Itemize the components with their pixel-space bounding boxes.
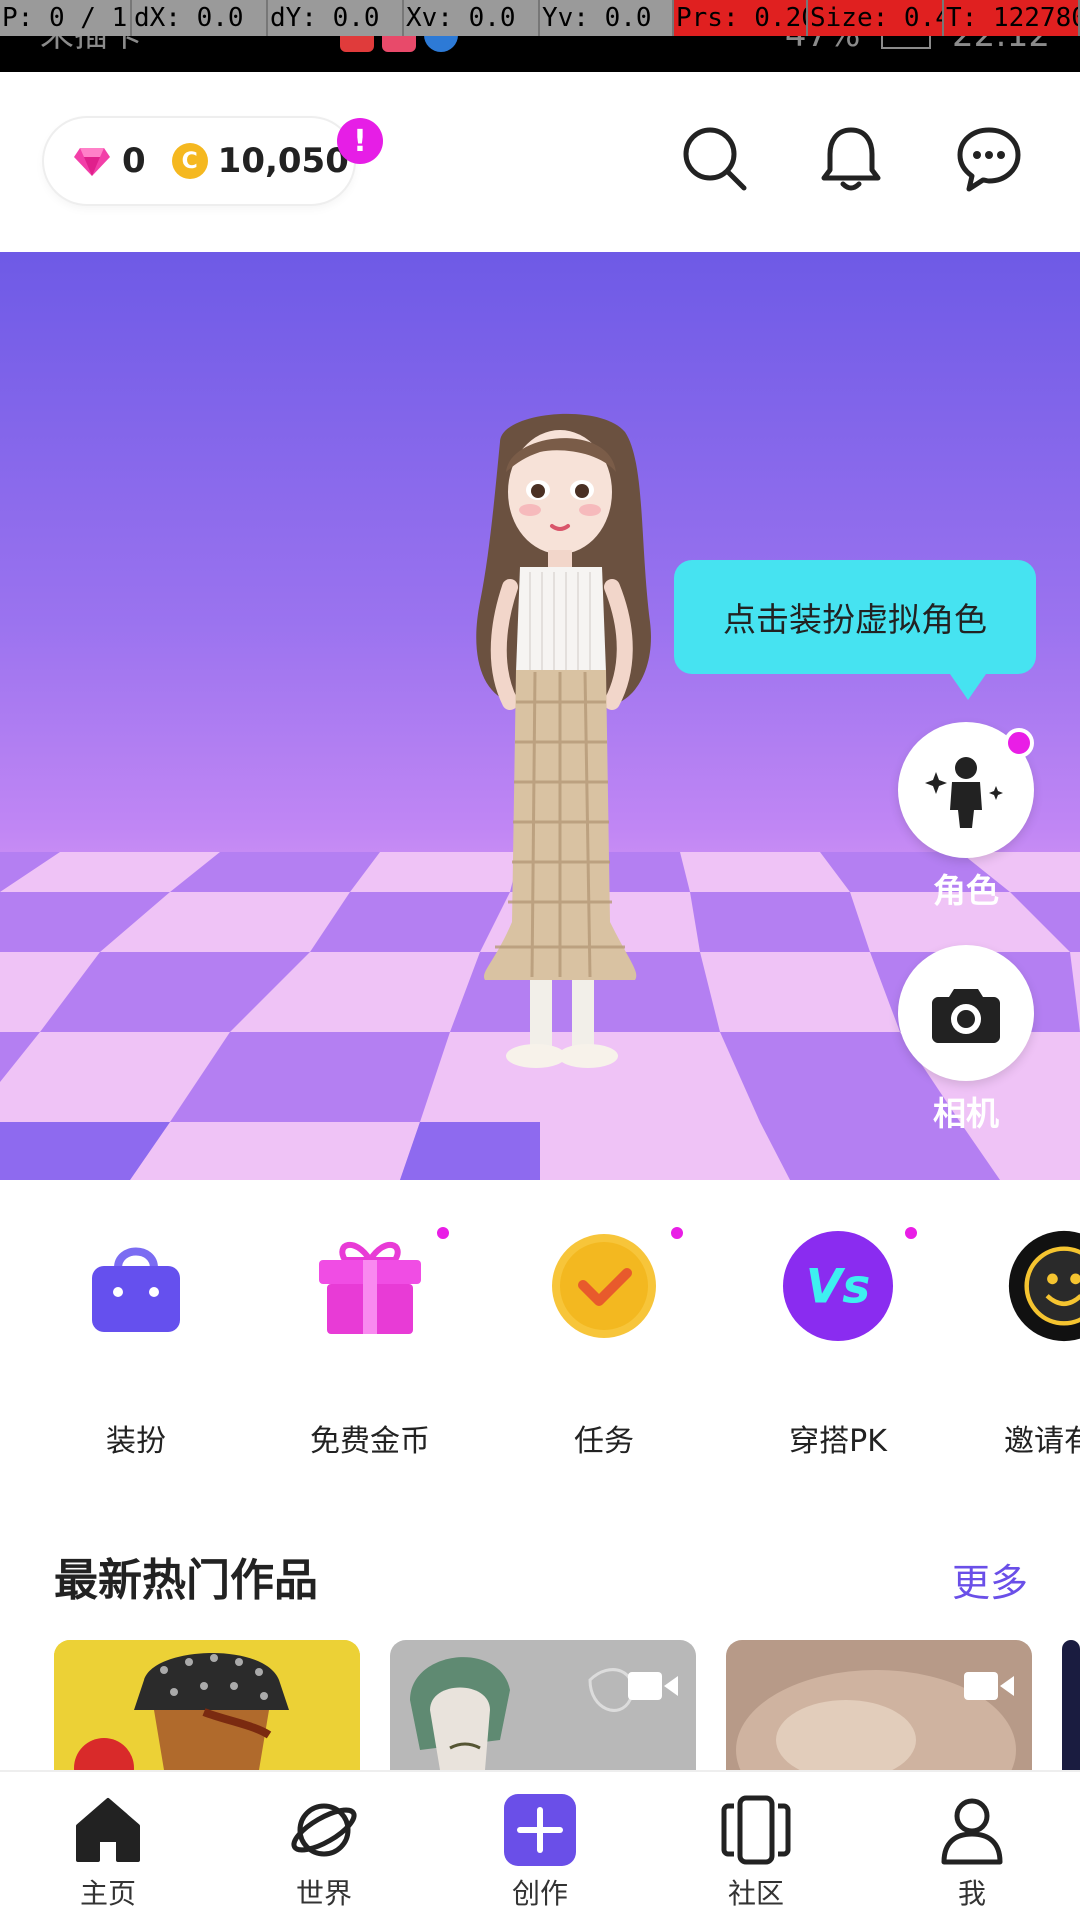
gem-count: 0 xyxy=(122,141,146,181)
overlay-yv: Yv: 0.0 xyxy=(540,0,674,36)
svg-text:Vs: Vs xyxy=(806,1260,871,1315)
camera-button[interactable] xyxy=(898,945,1034,1081)
plus-icon xyxy=(504,1794,576,1866)
more-link[interactable]: 更多 xyxy=(952,1552,1028,1607)
nav-home[interactable]: 主页 xyxy=(0,1772,216,1920)
wallet-balance[interactable]: 0 C 10,050 xyxy=(44,118,354,204)
nav-label: 社区 xyxy=(727,1877,784,1910)
pointer-debug-overlay: P: 0 / 1 dX: 0.0 dY: 0.0 Xv: 0.0 Yv: 0.0… xyxy=(0,0,1080,36)
nav-profile[interactable]: 我 xyxy=(864,1772,1080,1920)
work-thumbnail[interactable] xyxy=(1062,1640,1080,1770)
vs-icon: Vs xyxy=(782,1230,894,1342)
coin-count: 10,050 xyxy=(217,141,349,181)
bottom-navigation: 主页 世界 创作 社区 我 xyxy=(0,1770,1080,1920)
shopping-bag-icon xyxy=(80,1230,192,1342)
tasks-notification-dot xyxy=(668,1224,686,1242)
nav-world[interactable]: 世界 xyxy=(216,1772,432,1920)
avatar-stage[interactable]: 点击装扮虚拟角色 角色 相机 xyxy=(0,252,1080,1180)
thumbnail-image xyxy=(726,1640,1032,1770)
nav-label: 世界 xyxy=(295,1877,352,1910)
status-bar: 未插卡 47% 22:12 P: 0 / 1 dX: 0.0 dY: 0.0 X… xyxy=(0,0,1080,72)
thumbnail-image xyxy=(54,1640,360,1770)
gift-icon xyxy=(314,1230,426,1342)
overlay-pressure: Prs: 0.20 xyxy=(674,0,808,36)
video-icon xyxy=(964,1672,1014,1700)
gem-icon xyxy=(74,148,110,176)
nav-label: 创作 xyxy=(511,1877,568,1910)
quick-item-label: 穿搭PK xyxy=(789,1424,887,1459)
work-thumbnail[interactable] xyxy=(726,1640,1032,1770)
quick-item-tasks[interactable]: 任务 xyxy=(504,1220,704,1459)
quick-item-dress-up[interactable]: 装扮 xyxy=(36,1220,236,1459)
smiley-icon xyxy=(1008,1230,1080,1342)
outfit-pk-notification-dot xyxy=(902,1224,920,1242)
quick-item-invite[interactable]: 邀请有 xyxy=(972,1220,1080,1459)
camera-icon xyxy=(932,989,1000,1043)
home-icon xyxy=(76,1798,140,1862)
camera-label: 相机 xyxy=(933,1094,999,1133)
quick-item-label: 装扮 xyxy=(106,1424,166,1459)
profile-icon xyxy=(941,1798,1003,1865)
nav-label: 主页 xyxy=(79,1877,136,1910)
nav-community[interactable]: 社区 xyxy=(648,1772,864,1920)
work-thumbnail[interactable] xyxy=(54,1640,360,1770)
quick-item-label: 任务 xyxy=(574,1424,634,1459)
avatar-character[interactable] xyxy=(440,402,690,1102)
dress-up-tooltip[interactable]: 点击装扮虚拟角色 xyxy=(674,560,1036,700)
top-header: 0 C 10,050 ! xyxy=(0,72,1080,252)
quick-item-free-coins[interactable]: 免费金币 xyxy=(270,1220,470,1459)
planet-icon xyxy=(291,1803,357,1857)
chat-icon[interactable] xyxy=(954,124,1024,194)
overlay-dx: dX: 0.0 xyxy=(132,0,268,36)
character-sparkle-icon xyxy=(925,757,1003,828)
character-notification-dot xyxy=(1004,728,1034,758)
overlay-xv: Xv: 0.0 xyxy=(404,0,540,36)
search-icon[interactable] xyxy=(680,124,750,194)
video-icon xyxy=(628,1672,678,1700)
thumbnail-image xyxy=(390,1640,696,1770)
coin-icon: C xyxy=(171,143,208,179)
quick-menu: 装扮 免费金币 任务 Vs 穿搭PK 邀请有 xyxy=(0,1180,1080,1470)
overlay-dy: dY: 0.0 xyxy=(268,0,404,36)
free-coins-notification-dot xyxy=(434,1224,452,1242)
quick-item-outfit-pk[interactable]: Vs 穿搭PK xyxy=(738,1220,938,1459)
wallet-alert-badge[interactable]: ! xyxy=(337,118,383,164)
cards-icon xyxy=(721,1795,791,1865)
check-badge-icon xyxy=(548,1230,660,1342)
nav-label: 我 xyxy=(957,1877,986,1910)
section-title: 最新热门作品 xyxy=(54,1555,318,1606)
overlay-size: Size: 0.40 xyxy=(808,0,944,36)
bell-icon[interactable] xyxy=(816,124,886,194)
overlay-pointer: P: 0 / 1 xyxy=(0,0,132,36)
quick-item-label: 邀请有 xyxy=(1004,1424,1080,1459)
character-label: 角色 xyxy=(933,871,999,910)
nav-create[interactable]: 创作 xyxy=(432,1772,648,1920)
quick-item-label: 免费金币 xyxy=(310,1424,430,1459)
work-thumbnail[interactable] xyxy=(390,1640,696,1770)
overlay-time: T: 122780 xyxy=(944,0,1080,36)
